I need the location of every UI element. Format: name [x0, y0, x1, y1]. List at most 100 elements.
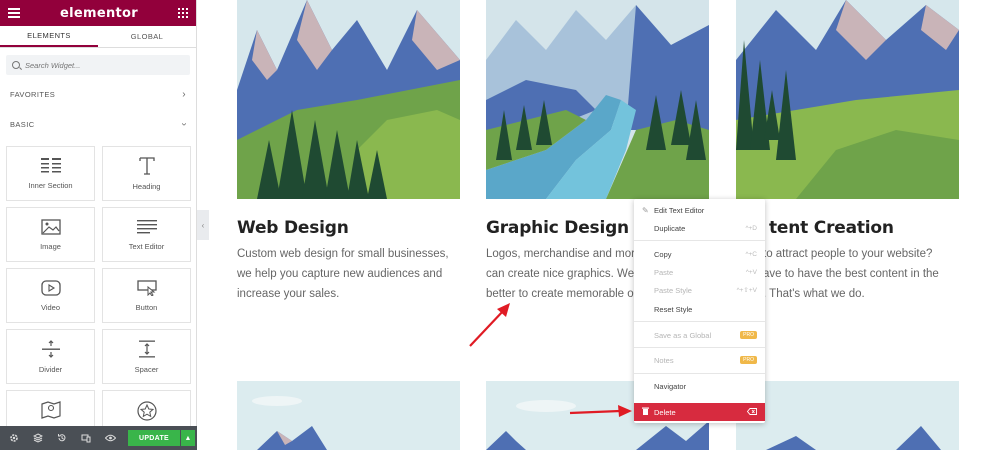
delete-key-icon	[746, 407, 757, 415]
menu-item-notes[interactable]: Notes PRO	[634, 351, 765, 369]
menu-item-paste[interactable]: Paste ^+V	[634, 263, 765, 281]
basic-label: BASIC	[10, 119, 35, 129]
inner-section-icon	[40, 157, 61, 172]
widget-inner-section[interactable]: Inner Section	[6, 146, 95, 201]
video-icon	[40, 279, 61, 296]
menu-item-copy[interactable]: Copy ^+C	[634, 245, 765, 263]
trash-icon	[642, 407, 652, 417]
panel-tabs: ELEMENTS GLOBAL	[0, 26, 196, 48]
pro-badge: PRO	[740, 331, 757, 339]
editor-root: elementor ELEMENTS GLOBAL FAVORITES › BA…	[0, 0, 1000, 450]
menu-item-reset-style[interactable]: Reset Style	[634, 300, 765, 318]
search-widget-input[interactable]	[25, 60, 175, 70]
card-text-line: Logos, merchandise and more	[486, 248, 636, 260]
panel-header: elementor	[0, 0, 196, 26]
brand-logo: elementor	[60, 5, 138, 21]
spacer-icon	[138, 340, 155, 357]
menu-divider	[634, 347, 765, 348]
widget-label: Spacer	[134, 364, 159, 374]
favorites-label: FAVORITES	[10, 89, 56, 99]
update-button[interactable]: UPDATE	[128, 430, 180, 446]
card-description: Custom web design for small businesses, …	[237, 244, 459, 304]
card-image-content-creation	[736, 0, 959, 199]
menu-item-navigator[interactable]: Navigator	[634, 377, 765, 395]
pro-badge: PRO	[740, 356, 757, 364]
shortcut: ^+D	[745, 224, 757, 232]
tab-elements[interactable]: ELEMENTS	[0, 26, 98, 47]
shortcut: ^+V	[745, 268, 757, 276]
menu-divider	[634, 373, 765, 374]
card-image-web-design	[237, 0, 460, 199]
preview-eye-icon[interactable]	[102, 430, 118, 446]
menu-item-save-as-global[interactable]: Save as a Global PRO	[634, 326, 765, 344]
panel-footer: UPDATE ▲	[0, 426, 197, 450]
card-text-line: can create nice graphics. We t	[486, 268, 636, 280]
menu-divider	[634, 240, 765, 241]
menu-item-edit-text-editor[interactable]: ✎ Edit Text Editor	[634, 201, 765, 219]
search-icon	[12, 61, 20, 69]
image-icon	[40, 218, 61, 235]
text-editor-icon	[136, 219, 157, 233]
card-image-bottom-3	[736, 381, 959, 450]
settings-icon[interactable]	[6, 430, 22, 446]
chevron-right-icon: ›	[182, 88, 186, 100]
collapse-panel-icon[interactable]: ‹	[197, 210, 209, 240]
widget-label: Video	[40, 302, 61, 312]
menu-divider	[634, 321, 765, 322]
widget-video[interactable]: Video	[6, 268, 95, 323]
widget-heading[interactable]: Heading	[102, 146, 191, 201]
card-title: tent Creation	[769, 218, 894, 238]
card-text-line: ave to have the best content in the	[763, 268, 939, 280]
widget-label: Divider	[38, 364, 63, 374]
card-text-line: to attract people to your website?	[763, 248, 933, 260]
map-icon	[40, 401, 61, 419]
pencil-icon: ✎	[642, 205, 649, 215]
card-description[interactable]: Logos, merchandise and more can create n…	[486, 244, 636, 304]
layers-icon[interactable]	[30, 430, 46, 446]
responsive-icon[interactable]	[78, 430, 94, 446]
widget-label: Image	[40, 241, 61, 251]
menu-item-paste-style[interactable]: Paste Style ^+⇧+V	[634, 281, 765, 299]
divider-icon	[41, 339, 60, 358]
widget-label: Inner Section	[28, 180, 73, 190]
widget-spacer[interactable]: Spacer	[102, 329, 191, 384]
elementor-panel: elementor ELEMENTS GLOBAL FAVORITES › BA…	[0, 0, 197, 450]
basic-section[interactable]: BASIC ›	[0, 109, 196, 139]
chevron-down-icon: ›	[178, 122, 190, 126]
widget-label: Text Editor	[128, 241, 165, 251]
widget-label: Button	[135, 302, 158, 312]
card-text-line: increase your sales.	[237, 288, 340, 300]
button-icon	[136, 279, 157, 296]
update-options-caret-icon[interactable]: ▲	[181, 430, 195, 446]
context-menu: ✎ Edit Text Editor Duplicate ^+D Copy ^+…	[634, 199, 765, 423]
widget-divider[interactable]: Divider	[6, 329, 95, 384]
menu-item-duplicate[interactable]: Duplicate ^+D	[634, 219, 765, 237]
widget-image[interactable]: Image	[6, 207, 95, 262]
widget-button[interactable]: Button	[102, 268, 191, 323]
shortcut	[746, 407, 757, 417]
star-icon	[136, 401, 157, 421]
widget-label: Heading	[132, 181, 161, 191]
card-text-line: . That's what we do.	[763, 288, 865, 300]
card-image-bottom-1	[237, 381, 460, 450]
card-text-line: Custom web design for small businesses,	[237, 248, 449, 260]
card-description: to attract people to your website? ave t…	[763, 244, 993, 304]
grid-icon[interactable]	[178, 8, 188, 18]
menu-item-delete[interactable]: Delete	[634, 403, 765, 421]
card-image-graphic-design	[486, 0, 709, 199]
card-title: Web Design	[237, 218, 349, 238]
card-title: Graphic Design	[486, 218, 629, 238]
favorites-section[interactable]: FAVORITES ›	[0, 79, 196, 109]
widget-text-editor[interactable]: Text Editor	[102, 207, 191, 262]
history-icon[interactable]	[54, 430, 70, 446]
tab-global[interactable]: GLOBAL	[98, 26, 196, 47]
shortcut: ^+C	[745, 250, 757, 258]
menu-icon[interactable]	[8, 8, 20, 18]
shortcut: ^+⇧+V	[736, 287, 757, 294]
search-box	[6, 55, 190, 75]
widget-grid: Inner Section Heading Image Text Editor …	[6, 146, 192, 445]
card-text-line: we help you capture new audiences and	[237, 268, 443, 280]
heading-icon	[138, 156, 155, 175]
annotation-arrow-icon	[469, 303, 510, 347]
annotation-arrow-icon	[569, 405, 632, 417]
